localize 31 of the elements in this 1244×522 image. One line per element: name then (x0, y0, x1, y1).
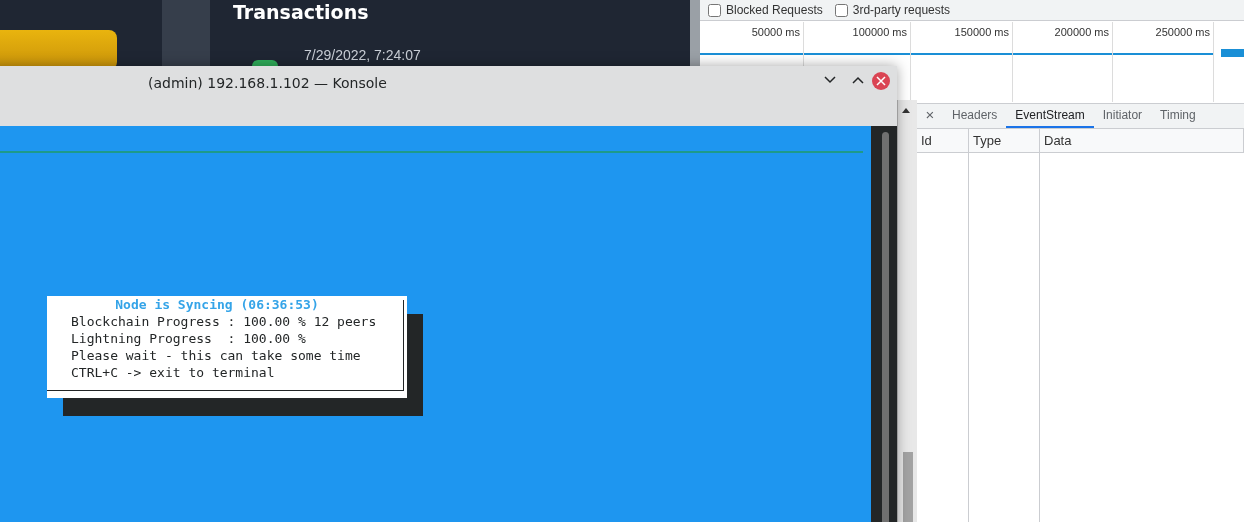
tab[interactable]: Initiator (1093, 103, 1152, 128)
maximize-icon[interactable] (852, 76, 864, 84)
tick-label: 200000 ms (1054, 25, 1109, 40)
column-header[interactable]: Id (921, 130, 932, 151)
tick-label: 150000 ms (954, 25, 1009, 40)
checkbox-label: 3rd-party requests (852, 2, 951, 19)
close-icon[interactable] (872, 72, 890, 90)
minimize-icon[interactable] (824, 76, 836, 84)
tick-label: 50000 ms (751, 25, 800, 40)
section-heading: Transactions (233, 0, 369, 25)
window-title: (admin) 192.168.1.102 — Konsole (148, 74, 387, 93)
column-header[interactable]: Data (1044, 130, 1072, 151)
scrollbar-thumb[interactable] (882, 132, 889, 522)
transaction-time: 7/29/2022, 7:24:07 (304, 47, 421, 64)
tick-label: 100000 ms (852, 25, 907, 40)
close-button[interactable]: × (917, 103, 943, 128)
dialog-line: Blockchain Progress : 100.00 % 12 peers (71, 313, 378, 330)
tab[interactable]: Headers (943, 103, 1007, 128)
checkbox[interactable] (708, 3, 721, 17)
dialog-title: Node is Syncing (06:36:53) (114, 296, 320, 313)
tick-label: 250000 ms (1155, 25, 1210, 40)
checkbox-label: Blocked Requests (726, 2, 823, 19)
dialog-line: Please wait - this can take some time (71, 347, 362, 364)
scroll-up-icon[interactable] (902, 108, 910, 113)
scrollbar-thumb[interactable] (903, 452, 913, 522)
tab[interactable]: Timing (1151, 103, 1205, 128)
column-header[interactable]: Type (973, 130, 1002, 151)
timeline-bar (1221, 49, 1244, 57)
checkbox[interactable] (834, 3, 848, 17)
dialog-line: Lightning Progress : 100.00 % (71, 330, 307, 347)
dialog-line: CTRL+C -> exit to terminal (71, 364, 276, 381)
